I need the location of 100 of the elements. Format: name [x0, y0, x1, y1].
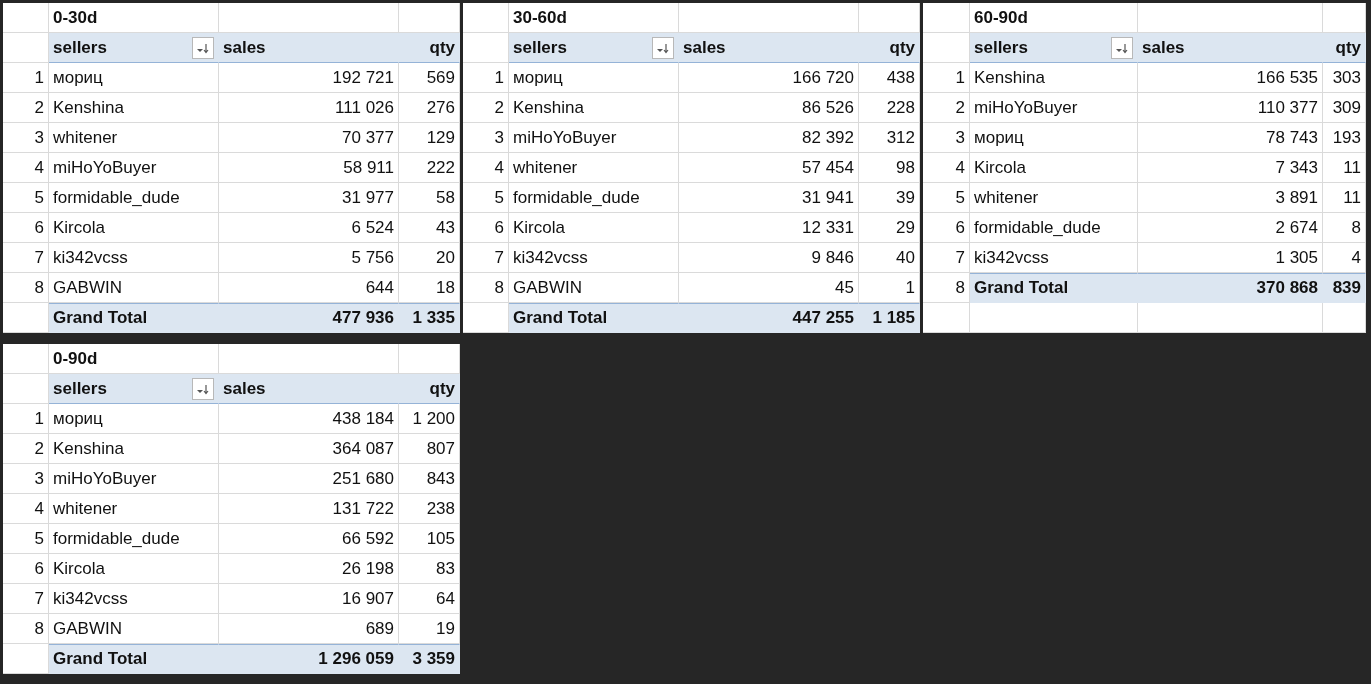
total-qty: 839: [1323, 273, 1366, 303]
row-number: 8: [3, 273, 49, 303]
empty-cell: [923, 3, 970, 33]
filter-dropdown-button[interactable]: [1111, 36, 1133, 59]
sales-value: 70 377: [219, 123, 399, 153]
seller-name: formidable_dude: [49, 524, 219, 554]
qty-value: 312: [859, 123, 920, 153]
qty-value: 20: [399, 243, 460, 273]
seller-name: Kenshina: [49, 434, 219, 464]
sales-value: 6 524: [219, 213, 399, 243]
filter-dropdown-button[interactable]: [652, 36, 674, 59]
column-header: sales: [219, 374, 399, 404]
sales-value: 16 907: [219, 584, 399, 614]
qty-value: 39: [859, 183, 920, 213]
row-number: 5: [463, 183, 509, 213]
sales-value: 78 743: [1138, 123, 1323, 153]
row-number: 5: [3, 183, 49, 213]
sales-value: 57 454: [679, 153, 859, 183]
sales-value: 2 674: [1138, 213, 1323, 243]
qty-value: 303: [1323, 63, 1366, 93]
seller-name: Kenshina: [509, 93, 679, 123]
seller-name: Kircola: [49, 213, 219, 243]
sort-filter-icon: [196, 41, 210, 54]
seller-name: Kenshina: [49, 93, 219, 123]
row-number: 3: [3, 464, 49, 494]
sort-filter-icon: [196, 382, 210, 395]
row-number: 8: [463, 273, 509, 303]
row-number: 3: [463, 123, 509, 153]
seller-name: miHoYoBuyer: [509, 123, 679, 153]
row-number: 4: [463, 153, 509, 183]
seller-name: formidable_dude: [509, 183, 679, 213]
sales-value: 251 680: [219, 464, 399, 494]
seller-name: мориц: [970, 123, 1138, 153]
sales-value: 58 911: [219, 153, 399, 183]
qty-value: 11: [1323, 153, 1366, 183]
sales-value: 110 377: [1138, 93, 1323, 123]
qty-value: 11: [1323, 183, 1366, 213]
sales-value: 31 941: [679, 183, 859, 213]
qty-value: 40: [859, 243, 920, 273]
sales-value: 12 331: [679, 213, 859, 243]
total-sales: 477 936: [219, 303, 399, 333]
sales-value: 31 977: [219, 183, 399, 213]
row-number: 1: [3, 63, 49, 93]
seller-name: miHoYoBuyer: [49, 464, 219, 494]
qty-value: 238: [399, 494, 460, 524]
seller-name: formidable_dude: [970, 213, 1138, 243]
sales-value: 82 392: [679, 123, 859, 153]
column-header: sales: [679, 33, 859, 63]
total-label: Grand Total: [509, 303, 679, 333]
qty-value: 43: [399, 213, 460, 243]
sales-value: 7 343: [1138, 153, 1323, 183]
qty-value: 1 200: [399, 404, 460, 434]
row-number: 6: [463, 213, 509, 243]
seller-name: Kircola: [49, 554, 219, 584]
seller-name: whitener: [509, 153, 679, 183]
row-number: 7: [923, 243, 970, 273]
seller-name: мориц: [509, 63, 679, 93]
filter-dropdown-button[interactable]: [192, 377, 214, 400]
total-qty: 1 185: [859, 303, 920, 333]
seller-name: miHoYoBuyer: [970, 93, 1138, 123]
qty-value: 843: [399, 464, 460, 494]
column-header: sellers: [53, 37, 107, 58]
row-number: 4: [3, 153, 49, 183]
empty-cell: [3, 344, 49, 374]
total-sales: 370 868: [1138, 273, 1323, 303]
empty-cell: [1323, 303, 1366, 333]
row-number: 6: [923, 213, 970, 243]
qty-value: 98: [859, 153, 920, 183]
seller-name: whitener: [49, 123, 219, 153]
row-number: 2: [3, 434, 49, 464]
column-header: sales: [1138, 33, 1323, 63]
sales-value: 26 198: [219, 554, 399, 584]
qty-value: 807: [399, 434, 460, 464]
seller-name: formidable_dude: [49, 183, 219, 213]
sales-value: 86 526: [679, 93, 859, 123]
sales-value: 166 535: [1138, 63, 1323, 93]
qty-value: 105: [399, 524, 460, 554]
row-number: 5: [3, 524, 49, 554]
total-qty: 1 335: [399, 303, 460, 333]
seller-name: whitener: [49, 494, 219, 524]
row-number: 1: [3, 404, 49, 434]
column-header: sellers: [974, 37, 1028, 58]
row-number: 7: [3, 243, 49, 273]
row-number: 7: [463, 243, 509, 273]
empty-cell: [463, 3, 509, 33]
sort-filter-icon: [656, 41, 670, 54]
column-header: sales: [219, 33, 399, 63]
seller-name: ki342vcss: [49, 243, 219, 273]
filter-dropdown-button[interactable]: [192, 36, 214, 59]
total-sales: 1 296 059: [219, 644, 399, 674]
sales-value: 131 722: [219, 494, 399, 524]
seller-name: ki342vcss: [509, 243, 679, 273]
sales-value: 111 026: [219, 93, 399, 123]
qty-value: 309: [1323, 93, 1366, 123]
qty-value: 193: [1323, 123, 1366, 153]
seller-name: Kenshina: [970, 63, 1138, 93]
total-sales: 447 255: [679, 303, 859, 333]
qty-value: 129: [399, 123, 460, 153]
qty-value: 222: [399, 153, 460, 183]
sort-filter-icon: [1115, 41, 1129, 54]
